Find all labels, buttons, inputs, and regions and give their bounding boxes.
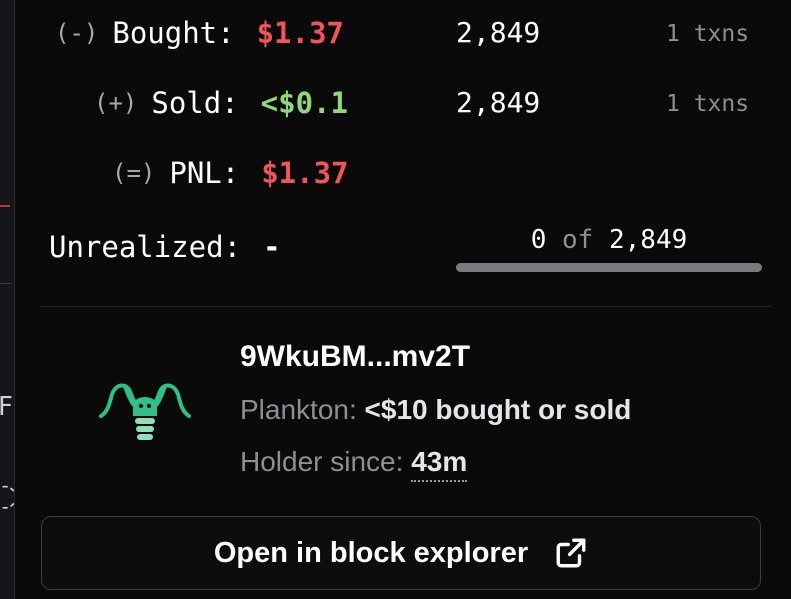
- bought-sign: (-): [55, 19, 99, 47]
- holding-progress-text: 0 of 2,849: [456, 225, 762, 255]
- unrealized-value: -: [263, 230, 281, 264]
- tier-label: Plankton:: [240, 394, 357, 425]
- unrealized-row: Unrealized: -: [49, 227, 281, 267]
- unrealized-label: Unrealized:: [49, 230, 242, 264]
- background-page-strip: F ◌: [0, 0, 18, 599]
- open-block-explorer-label: Open in block explorer: [213, 536, 529, 569]
- pnl-label: PNL:: [169, 156, 240, 190]
- sold-txns: 1 txns: [666, 91, 750, 117]
- background-mark: [0, 283, 12, 284]
- holder-since-value[interactable]: 43m: [411, 446, 468, 482]
- bought-txns: 1 txns: [666, 21, 750, 47]
- sold-quantity: 2,849: [456, 86, 541, 119]
- background-mark: [0, 205, 10, 207]
- bought-row: (-) Bought: $1.37: [55, 13, 344, 53]
- pnl-amount: $1.37: [261, 156, 349, 190]
- bought-label: Bought:: [112, 16, 235, 50]
- pnl-row: (=) PNL: $1.37: [112, 153, 349, 193]
- holder-since: Holder since: 43m: [240, 446, 468, 482]
- sold-row: (+) Sold: <$0.1: [94, 83, 348, 123]
- plankton-icon: [99, 383, 191, 440]
- holding-progress-bar: [456, 263, 762, 272]
- sold-amount: <$0.1: [260, 86, 348, 120]
- holder-popover: (-) Bought: $1.37 2,849 1 txns (+) Sold:…: [14, 0, 791, 599]
- section-divider: [41, 306, 771, 307]
- external-link-icon: [556, 538, 586, 568]
- holder-tier: Plankton: <$10 bought or sold: [240, 394, 631, 426]
- holding-total: 2,849: [609, 225, 688, 255]
- bought-quantity: 2,849: [456, 16, 541, 49]
- holding-of-label: of: [562, 225, 594, 255]
- sold-label: Sold:: [151, 86, 239, 120]
- background-glyph: F: [0, 392, 13, 422]
- open-block-explorer-button[interactable]: Open in block explorer: [41, 516, 761, 590]
- bought-amount: $1.37: [256, 16, 344, 50]
- wallet-address[interactable]: 9WkuBM...mv2T: [240, 340, 470, 374]
- pnl-sign: (=): [112, 159, 156, 187]
- tier-description: <$10 bought or sold: [364, 394, 632, 425]
- holding-current: 0: [530, 225, 547, 255]
- holder-since-label: Holder since:: [240, 446, 404, 477]
- sold-sign: (+): [94, 89, 138, 117]
